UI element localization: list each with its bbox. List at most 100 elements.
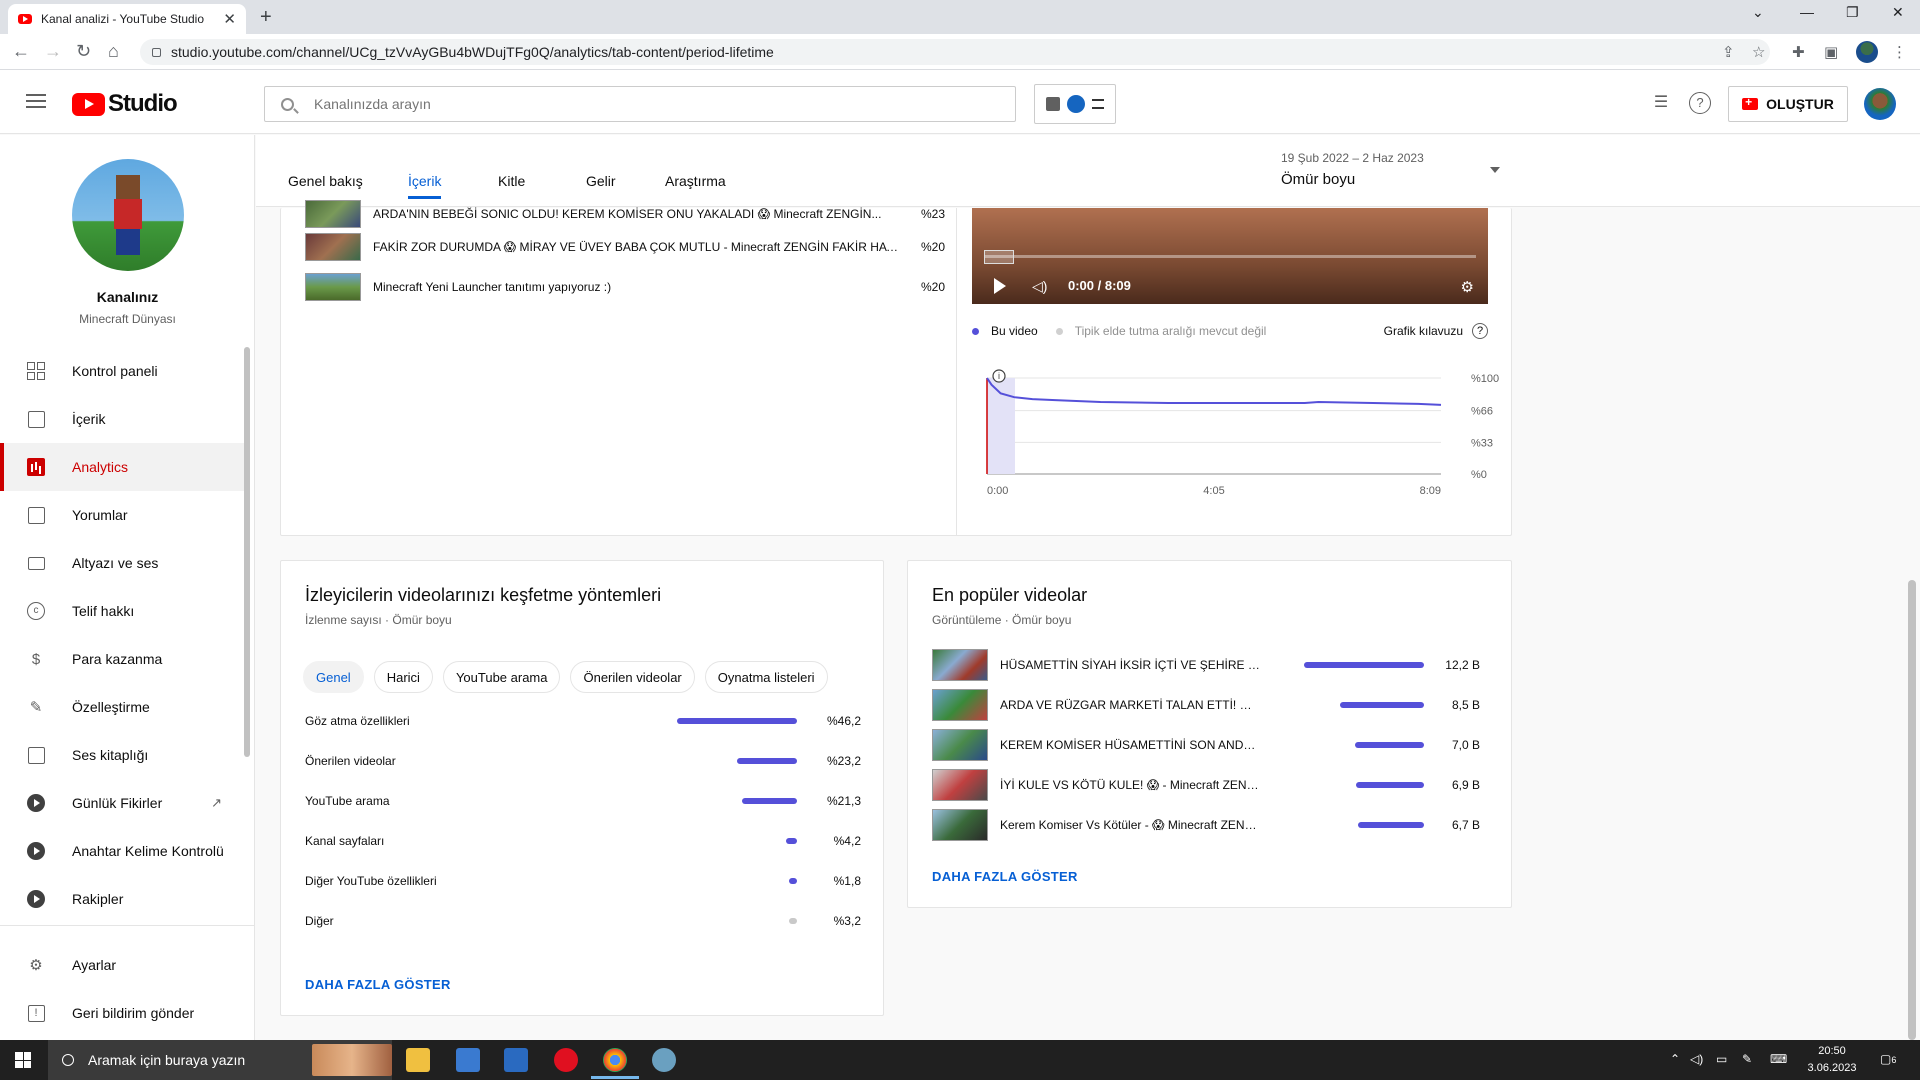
traffic-source-row[interactable]: Önerilen videolar %23,2	[305, 751, 861, 771]
player-scrub-preview[interactable]	[984, 250, 1014, 264]
traffic-source-row[interactable]: Göz atma özellikleri %46,2	[305, 711, 861, 731]
retention-chart[interactable]: i %100 %66 %33 %0 0:00 4:05 8:09	[971, 356, 1511, 536]
help-icon[interactable]: ?	[1689, 92, 1711, 114]
player-progress-bar[interactable]	[984, 255, 1476, 258]
extension-vidiq-icon[interactable]	[1066, 95, 1085, 113]
keyboard-tray-icon[interactable]: ⌨	[1770, 1052, 1787, 1066]
chip-suggested-videos[interactable]: Önerilen videolar	[570, 661, 695, 693]
minimize-button[interactable]: —	[1800, 4, 1814, 20]
network-tray-icon[interactable]: ▭	[1716, 1052, 1727, 1066]
traffic-source-row[interactable]: Diğer YouTube özellikleri %1,8	[305, 871, 861, 891]
notifications-icon[interactable]: ▢6	[1880, 1052, 1896, 1066]
show-more-button[interactable]: DAHA FAZLA GÖSTER	[932, 869, 1078, 884]
sidebar-item-copyright[interactable]: c Telif hakkı	[0, 587, 244, 635]
chip-youtube-search[interactable]: YouTube arama	[442, 661, 561, 693]
sidebar-item-customization[interactable]: ✎ Özelleştirme	[0, 683, 244, 731]
period-selector[interactable]: 19 Şub 2022 – 2 Haz 2023 Ömür boyu	[1281, 151, 1424, 188]
side-panel-icon[interactable]: ▣	[1824, 43, 1838, 61]
top-video-row[interactable]: Kerem Komiser Vs Kötüler - 😱 Minecraft Z…	[932, 809, 1488, 841]
top-video-row[interactable]: ARDA VE RÜZGAR MARKETİ TALAN ETTİ! 😱 Min…	[932, 689, 1488, 721]
sidebar-item-daily-ideas[interactable]: Günlük Fikirler ↗	[0, 779, 244, 827]
play-icon[interactable]	[994, 278, 1006, 294]
search-input[interactable]	[314, 96, 914, 112]
taskbar-search-box[interactable]: Aramak için buraya yazın	[48, 1040, 392, 1080]
player-settings-icon[interactable]: ⚙	[1461, 278, 1474, 296]
chrome-icon[interactable]	[591, 1048, 639, 1079]
sidebar-item-settings[interactable]: ⚙ Ayarlar	[0, 941, 244, 989]
app-icon[interactable]	[652, 1048, 676, 1072]
file-explorer-icon[interactable]	[406, 1048, 430, 1072]
top-video-row[interactable]: KEREM KOMİSER HÜSAMETTİNİ SON ANDA KURTA…	[932, 729, 1488, 761]
create-button[interactable]: OLUŞTUR	[1728, 86, 1848, 122]
search-icon	[62, 1054, 74, 1066]
bookmark-star-icon[interactable]: ☆	[1752, 43, 1765, 61]
menu-hamburger-icon[interactable]	[26, 94, 46, 108]
sidebar-item-dashboard[interactable]: Kontrol paneli	[0, 347, 244, 395]
sidebar-item-feedback[interactable]: ! Geri bildirim gönder	[0, 989, 244, 1037]
tab-revenue[interactable]: Gelir	[586, 173, 616, 189]
sidebar-item-comments[interactable]: Yorumlar	[0, 491, 244, 539]
home-icon[interactable]: ⌂	[108, 41, 119, 62]
extension-menu-icon[interactable]	[1091, 99, 1104, 109]
extension-stats-icon[interactable]	[1046, 97, 1061, 111]
back-arrow-icon[interactable]: ←	[12, 41, 30, 62]
share-icon[interactable]: ⇪	[1722, 43, 1735, 61]
tab-search-icon[interactable]: ⌄	[1752, 4, 1764, 21]
account-avatar[interactable]	[1864, 88, 1896, 120]
list-item[interactable]: ARDA'NIN BEBEĞİ SONIC OLDU! KEREM KOMİSE…	[305, 200, 945, 228]
reload-icon[interactable]: ↻	[76, 41, 91, 62]
sidebar-item-keyword-check[interactable]: Anahtar Kelime Kontrolü	[0, 827, 244, 875]
sidebar-scrollbar[interactable]	[244, 347, 250, 757]
video-player[interactable]: ◁) 0:00 / 8:09 ⚙	[972, 208, 1488, 304]
pen-tray-icon[interactable]: ✎	[1742, 1052, 1752, 1066]
sidebar-item-monetization[interactable]: $ Para kazanma	[0, 635, 244, 683]
browser-tab[interactable]: Kanal analizi - YouTube Studio ✕	[8, 4, 246, 34]
url-text: studio.youtube.com/channel/UCg_tzVvAyGBu…	[171, 44, 774, 60]
tab-research[interactable]: Araştırma	[665, 173, 726, 189]
tab-content[interactable]: İçerik	[408, 173, 442, 199]
browser-menu-icon[interactable]: ⋮	[1892, 43, 1907, 61]
top-video-row[interactable]: İYİ KULE VS KÖTÜ KULE! 😱 - Minecraft ZEN…	[932, 769, 1488, 801]
browser-profile-avatar[interactable]	[1856, 41, 1878, 63]
windows-start-icon[interactable]	[15, 1052, 31, 1068]
show-more-button[interactable]: DAHA FAZLA GÖSTER	[305, 977, 451, 992]
new-tab-button[interactable]: +	[260, 6, 272, 29]
channel-avatar[interactable]	[72, 159, 184, 271]
chip-external[interactable]: Harici	[373, 661, 433, 693]
chart-guide-button[interactable]: Grafik kılavuzu ?	[1384, 323, 1488, 339]
taskbar-clock[interactable]: 20:50 3.06.2023	[1800, 1043, 1864, 1077]
dropdown-caret-icon[interactable]	[1490, 167, 1500, 173]
forward-arrow-icon[interactable]: →	[44, 41, 62, 62]
sidebar-item-competitors[interactable]: Rakipler	[0, 875, 244, 923]
extensions-puzzle-icon[interactable]: ✚	[1792, 43, 1805, 61]
top-video-row[interactable]: HÜSAMETTİN SİYAH İKSİR İÇTİ VE ŞEHİRE SA…	[932, 649, 1488, 681]
chip-general[interactable]: Genel	[303, 661, 364, 693]
traffic-source-row[interactable]: YouTube arama %21,3	[305, 791, 861, 811]
address-bar[interactable]: studio.youtube.com/channel/UCg_tzVvAyGBu…	[140, 39, 1770, 65]
page-scrollbar[interactable]	[1908, 580, 1916, 1040]
sidebar-item-analytics[interactable]: Analytics	[0, 443, 244, 491]
store-icon[interactable]	[456, 1048, 480, 1072]
traffic-source-row[interactable]: Diğer %3,2	[305, 911, 861, 931]
close-window-button[interactable]: ✕	[1892, 4, 1904, 21]
info-icon[interactable]: i	[992, 369, 1006, 383]
studio-logo[interactable]: Studio	[72, 90, 178, 118]
tab-close-icon[interactable]: ✕	[223, 10, 236, 28]
chip-playlists[interactable]: Oynatma listeleri	[704, 661, 828, 693]
messages-icon[interactable]: ☰	[1650, 92, 1672, 114]
list-item[interactable]: FAKİR ZOR DURUMDA 😱 MİRAY VE ÜVEY BABA Ç…	[305, 233, 945, 261]
mail-icon[interactable]	[504, 1048, 528, 1072]
maximize-button[interactable]: ❐	[1846, 4, 1859, 21]
tray-chevron-icon[interactable]: ⌃	[1670, 1052, 1680, 1066]
channel-search-box[interactable]	[264, 86, 1016, 122]
sidebar-item-audio-library[interactable]: Ses kitaplığı	[0, 731, 244, 779]
traffic-source-row[interactable]: Kanal sayfaları %4,2	[305, 831, 861, 851]
sidebar-item-subtitles[interactable]: Altyazı ve ses	[0, 539, 244, 587]
tab-audience[interactable]: Kitle	[498, 173, 525, 189]
sidebar-item-content[interactable]: İçerik	[0, 395, 244, 443]
volume-icon[interactable]: ◁)	[1032, 278, 1047, 295]
volume-tray-icon[interactable]: ◁)	[1690, 1052, 1703, 1066]
opera-icon[interactable]	[554, 1048, 578, 1072]
tab-overview[interactable]: Genel bakış	[288, 173, 363, 189]
list-item[interactable]: Minecraft Yeni Launcher tanıtımı yapıyor…	[305, 273, 945, 301]
